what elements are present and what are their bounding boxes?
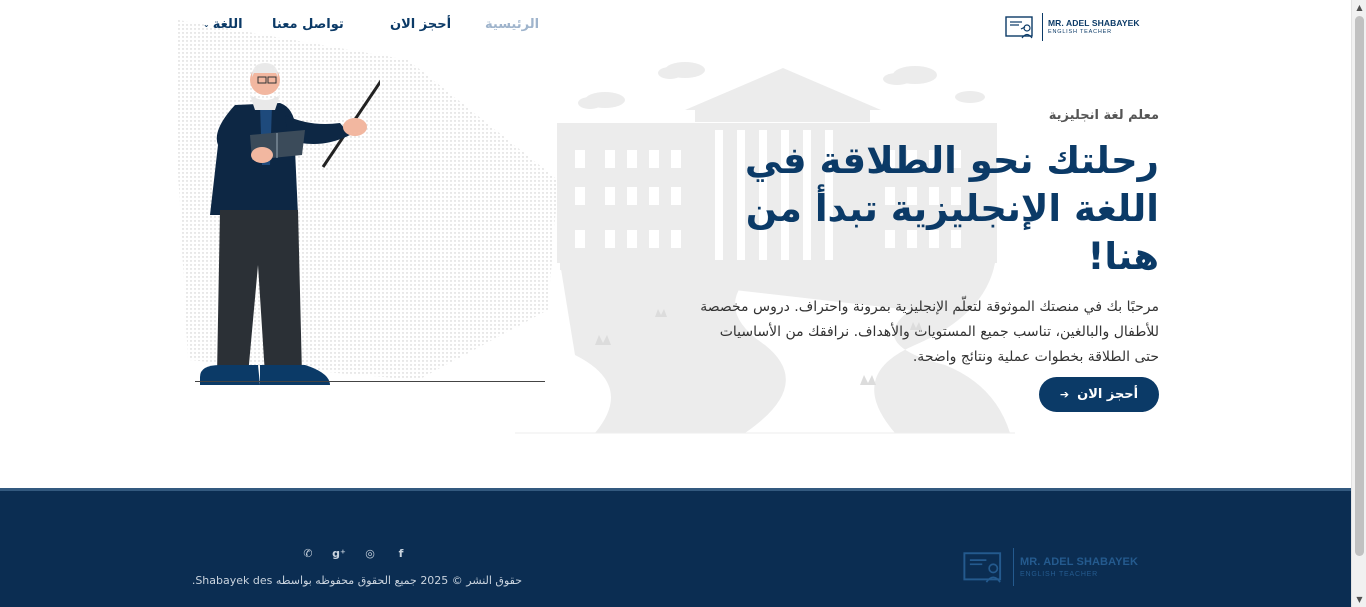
social-links: ✆ g⁺ ◎ f xyxy=(300,545,409,561)
hero-description: مرحبًا بك في منصتك الموثوقة لتعلّم الإنج… xyxy=(700,299,1159,366)
arrow-left-icon: ➔ xyxy=(1059,388,1070,401)
brand-logo[interactable]: MR. ADEL SHABAYEK ENGLISH TEACHER xyxy=(1005,10,1155,44)
footer-brand-text: MR. ADEL SHABAYEK ENGLISH TEACHER xyxy=(1020,555,1139,578)
hero-subtitle: معلم لغة انجليزية xyxy=(1048,108,1159,123)
teacher-board-icon xyxy=(963,552,1002,583)
footer-brand-divider xyxy=(1013,548,1014,586)
hero-title: رحلتك نحو الطلاقة في اللغة الإنجليزية تب… xyxy=(679,137,1159,281)
book-now-button[interactable]: أحجز الان ➔ xyxy=(1039,377,1159,412)
teacher-board-icon xyxy=(1005,16,1033,39)
hero-title-line1: رحلتك نحو الطلاقة في xyxy=(744,139,1159,182)
copyright-text: حقوق النشر © 2025 جميع الحقوق محفوظه بوا… xyxy=(191,574,522,587)
scroll-up-arrow-icon[interactable]: ▲ xyxy=(1352,0,1366,15)
whatsapp-icon[interactable]: ✆ xyxy=(300,545,316,561)
teacher-illustration xyxy=(200,63,380,385)
scroll-down-arrow-icon[interactable]: ▼ xyxy=(1352,592,1366,607)
google-plus-icon[interactable]: g⁺ xyxy=(331,545,347,561)
site-footer: MR. ADEL SHABAYEK ENGLISH TEACHER ✆ g⁺ ◎… xyxy=(0,488,1351,607)
footer-brand-logo[interactable]: MR. ADEL SHABAYEK ENGLISH TEACHER xyxy=(963,546,1153,588)
page-scrollbar[interactable]: ▲ ▼ xyxy=(1351,0,1366,607)
scroll-thumb[interactable] xyxy=(1355,16,1364,556)
facebook-icon[interactable]: f xyxy=(393,545,409,561)
hero-title-line2: اللغة الإنجليزية تبدأ من هنا! xyxy=(745,187,1159,279)
book-now-label: أحجز الان xyxy=(1077,387,1139,402)
footer-brand-name: MR. ADEL SHABAYEK xyxy=(1020,555,1139,568)
ground-line xyxy=(195,381,545,382)
instagram-icon[interactable]: ◎ xyxy=(362,545,378,561)
footer-brand-subtitle: ENGLISH TEACHER xyxy=(1020,570,1098,578)
brand-subtitle: ENGLISH TEACHER xyxy=(1048,29,1112,35)
brand-name: MR. ADEL SHABAYEK xyxy=(1048,17,1140,28)
brand-divider xyxy=(1042,13,1043,41)
hero-content: معلم لغة انجليزية رحلتك نحو الطلاقة في ا… xyxy=(679,108,1159,370)
brand-text: MR. ADEL SHABAYEK ENGLISH TEACHER xyxy=(1048,17,1140,36)
